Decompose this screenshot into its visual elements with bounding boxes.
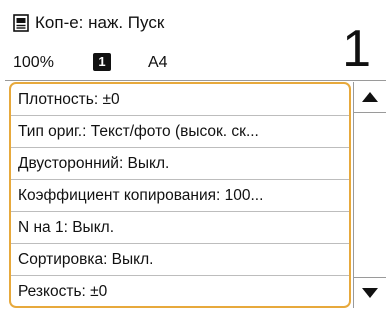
scroll-down-button[interactable] xyxy=(354,277,386,308)
scroll-track[interactable] xyxy=(354,113,386,277)
scrollbar[interactable] xyxy=(353,82,386,308)
list-item-collate[interactable]: Сортировка: Выкл. xyxy=(11,244,349,276)
triangle-up-icon xyxy=(362,92,378,102)
list-item-original-type[interactable]: Тип ориг.: Текст/фото (высок. ск... xyxy=(11,116,349,148)
status-message: Коп-е: наж. Пуск xyxy=(35,13,165,32)
triangle-down-icon xyxy=(362,288,378,298)
list-item-copy-ratio[interactable]: Коэффициент копирования: 100... xyxy=(11,180,349,212)
list-item-two-sided[interactable]: Двусторонний: Выкл. xyxy=(11,148,349,180)
status-header: Коп-е: наж. Пуск 100% 1 A4 1 xyxy=(5,4,386,82)
zoom-ratio: 100% xyxy=(13,54,54,71)
settings-list: Плотность: ±0 Тип ориг.: Текст/фото (выс… xyxy=(9,82,351,308)
document-icon xyxy=(13,14,29,32)
scroll-up-button[interactable] xyxy=(354,82,386,113)
list-item-density[interactable]: Плотность: ±0 xyxy=(11,84,349,116)
header-divider xyxy=(5,80,386,81)
copy-count: 1 xyxy=(342,20,371,78)
copy-screen: Коп-е: наж. Пуск 100% 1 A4 1 Плотность: … xyxy=(5,4,386,309)
paper-size: A4 xyxy=(148,54,168,71)
list-item-sharpness[interactable]: Резкость: ±0 xyxy=(11,276,349,306)
paper-source-badge: 1 xyxy=(93,53,111,71)
list-item-n-on-1[interactable]: N на 1: Выкл. xyxy=(11,212,349,244)
